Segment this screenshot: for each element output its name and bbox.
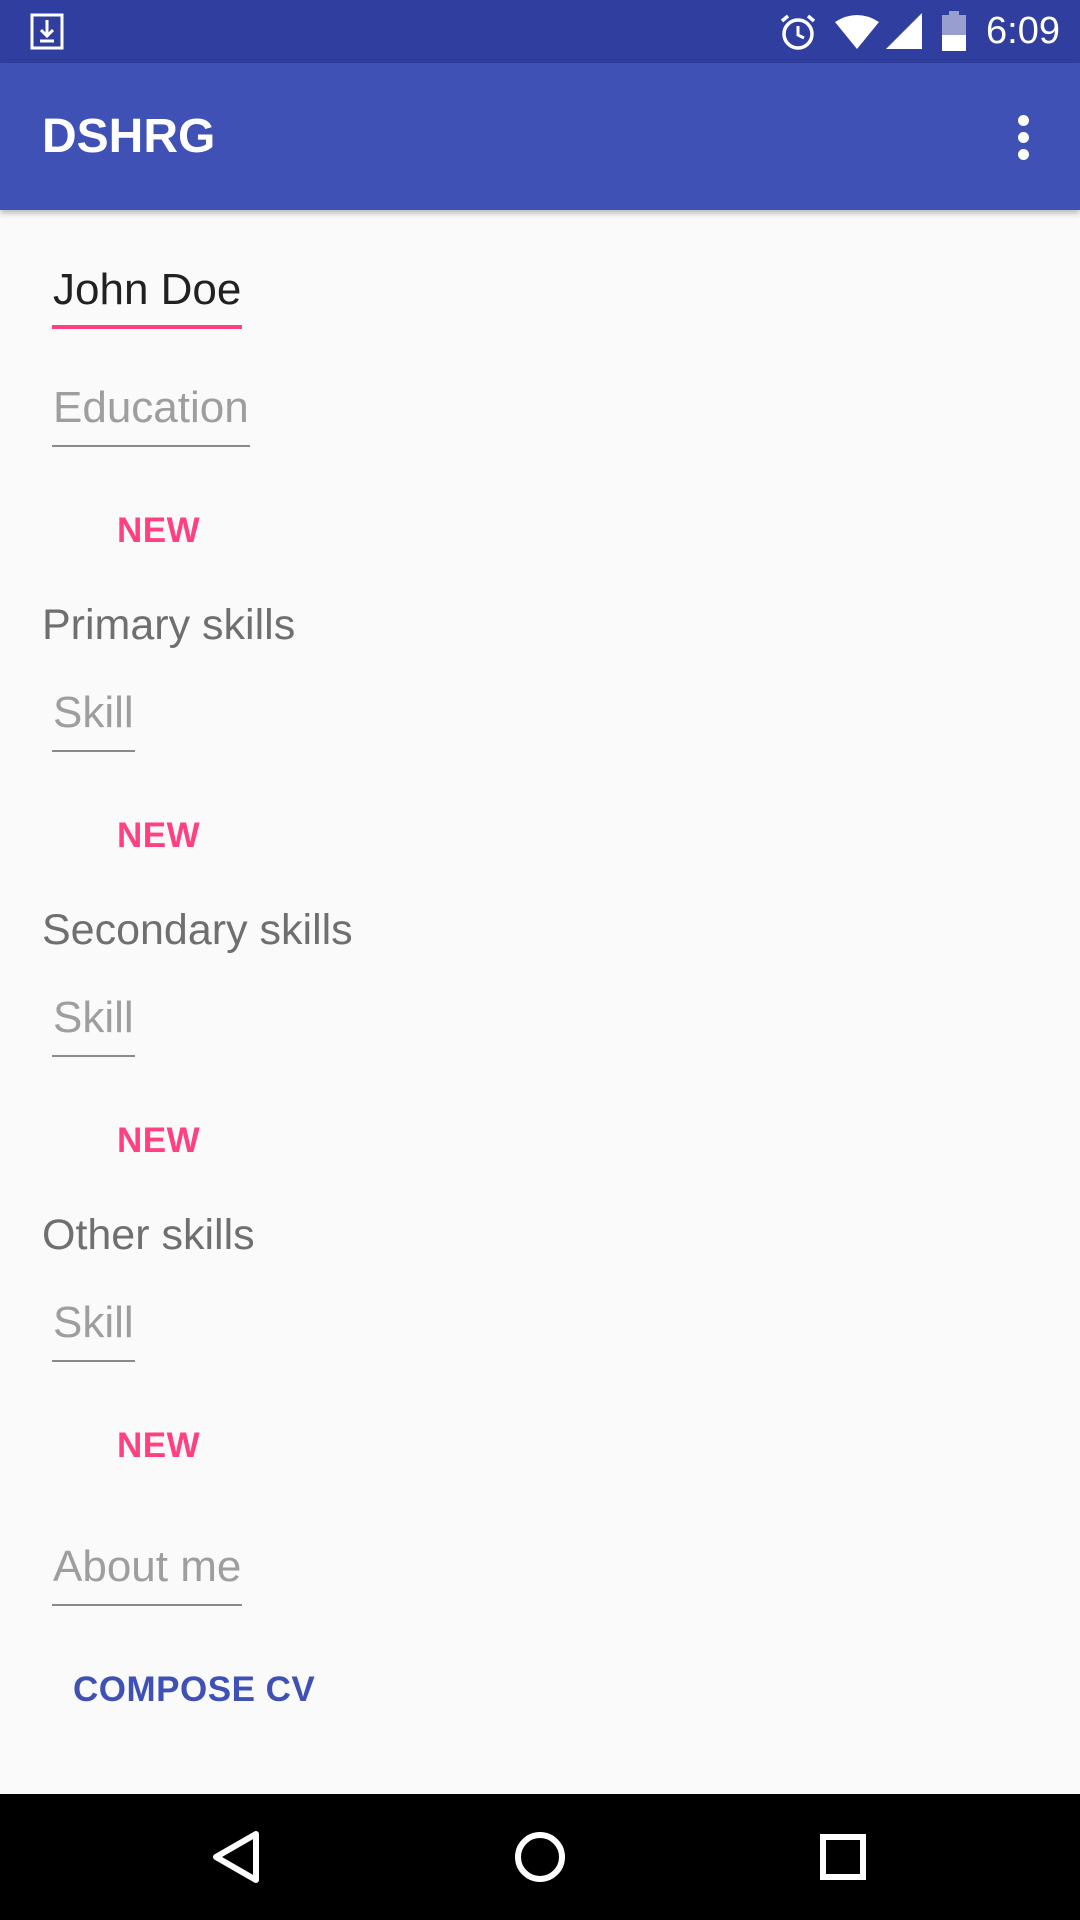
primary-skills-label: Primary skills — [42, 601, 296, 649]
education-new-button[interactable]: NEW — [117, 511, 200, 551]
app-bar: DSHRG — [0, 63, 1080, 210]
recents-icon[interactable] — [808, 1822, 878, 1892]
education-field[interactable]: Education — [52, 383, 250, 447]
secondary-skill-field[interactable]: Skill — [52, 993, 135, 1057]
status-time: 6:09 — [986, 10, 1060, 52]
signal-icon — [886, 13, 922, 49]
other-skill-field[interactable]: Skill — [52, 1298, 135, 1362]
app-title: DSHRG — [42, 110, 216, 163]
status-bar: 6:09 — [0, 0, 1080, 63]
other-skills-new-button[interactable]: NEW — [117, 1426, 200, 1466]
alarm-icon — [780, 14, 816, 50]
primary-skill-field[interactable]: Skill — [52, 688, 135, 752]
name-field[interactable]: John Doe — [52, 265, 243, 329]
compose-cv-button[interactable]: COMPOSE CV — [73, 1670, 315, 1710]
primary-skills-new-button[interactable]: NEW — [117, 816, 200, 856]
download-icon — [30, 13, 64, 50]
more-vert-icon[interactable] — [1000, 111, 1046, 165]
secondary-skills-new-button[interactable]: NEW — [117, 1121, 200, 1161]
about-me-field[interactable]: About me — [52, 1542, 243, 1606]
home-icon[interactable] — [505, 1822, 575, 1892]
secondary-skills-label: Secondary skills — [42, 906, 353, 954]
other-skills-label: Other skills — [42, 1211, 255, 1259]
wifi-icon — [835, 15, 879, 49]
navigation-bar — [0, 1794, 1080, 1920]
back-icon[interactable] — [200, 1822, 270, 1892]
battery-icon — [942, 11, 966, 51]
